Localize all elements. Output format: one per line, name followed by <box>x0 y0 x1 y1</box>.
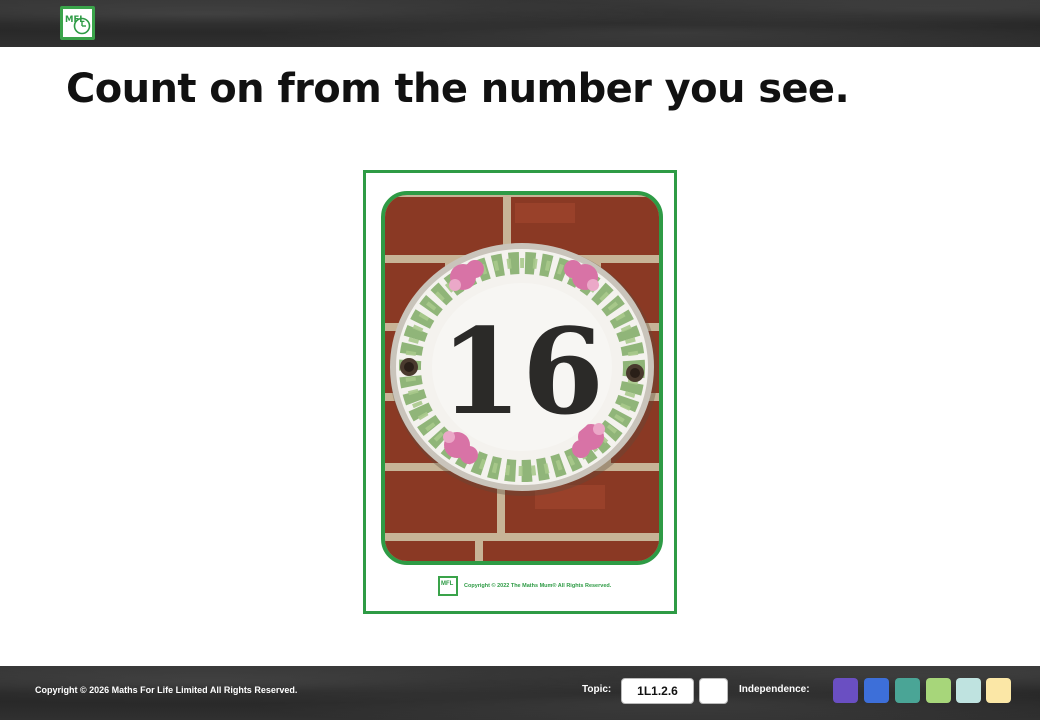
footer-copyright: Copyright © 2026 Maths For Life Limited … <box>35 685 298 695</box>
independence-swatch-4[interactable] <box>926 678 951 703</box>
card-copyright: Copyright © 2022 The Maths Mum® All Righ… <box>464 583 612 589</box>
topic-code-box[interactable]: 1L1.2.6 <box>621 678 694 704</box>
top-bar: MFL <box>0 0 1040 47</box>
image-card: 16 MFL Copyright © 2022 The Maths Mum® A… <box>363 170 677 614</box>
page-title: Count on from the number you see. <box>66 66 850 112</box>
mfl-mini-logo-icon: MFL <box>438 576 458 596</box>
independence-swatch-6[interactable] <box>986 678 1011 703</box>
mini-logo-text: MFL <box>441 581 454 587</box>
independence-swatch-2[interactable] <box>864 678 889 703</box>
independence-label: Independence: <box>739 684 810 695</box>
independence-swatch-5[interactable] <box>956 678 981 703</box>
house-number-photo: 16 <box>381 191 663 565</box>
logo-text: MFL <box>65 15 85 25</box>
topic-extra-box[interactable] <box>699 678 728 704</box>
house-number: 16 <box>440 302 604 441</box>
card-footer: MFL Copyright © 2022 The Maths Mum® All … <box>438 575 611 597</box>
topic-label: Topic: <box>582 684 612 695</box>
independence-swatch-1[interactable] <box>833 678 858 703</box>
independence-swatch-3[interactable] <box>895 678 920 703</box>
mfl-logo-icon[interactable]: MFL <box>60 6 95 40</box>
